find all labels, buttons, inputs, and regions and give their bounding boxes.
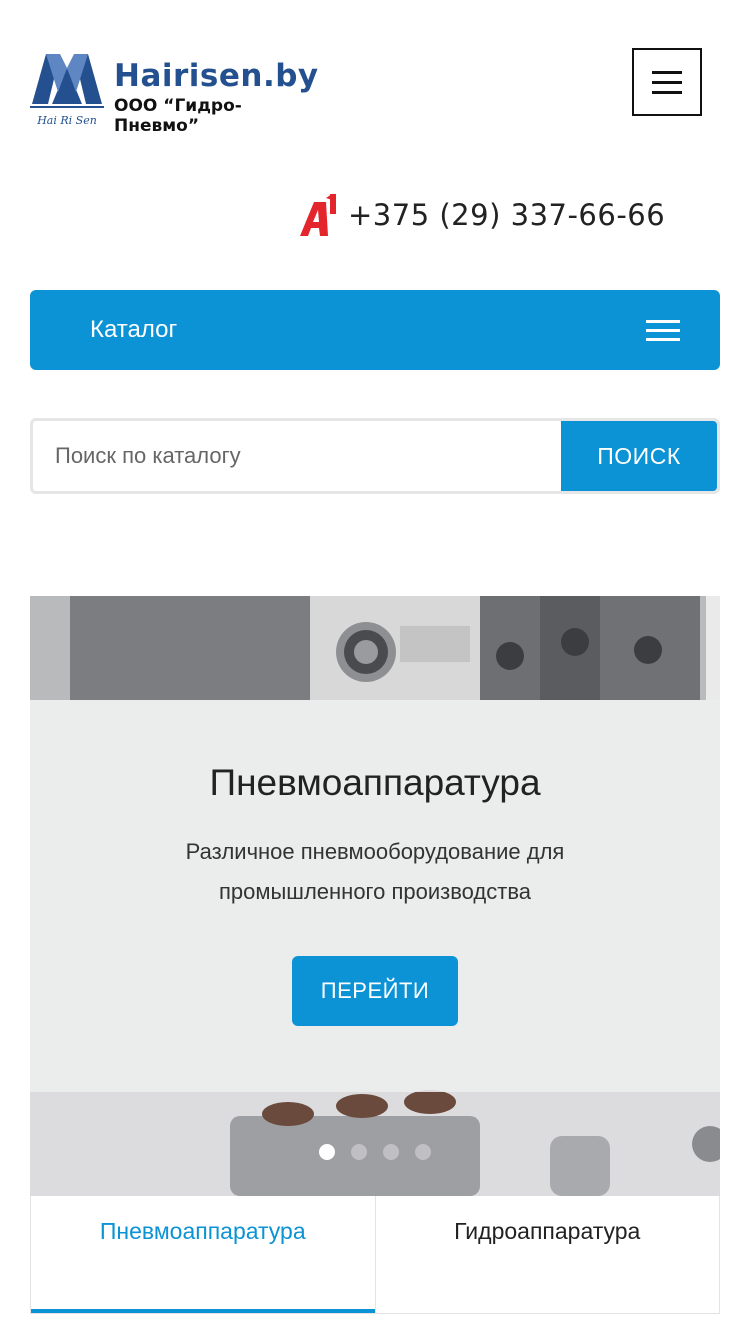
slider-dot[interactable] (383, 1144, 399, 1160)
main-menu-button[interactable] (632, 48, 702, 116)
search-input[interactable] (33, 421, 561, 491)
catalog-search: ПОИСК (30, 418, 720, 494)
slide-title: Пневмоаппаратура (209, 762, 541, 803)
slider-dot[interactable] (351, 1144, 367, 1160)
go-button[interactable]: ПЕРЕЙТИ (292, 956, 458, 1026)
catalog-toggle[interactable]: Каталог (30, 290, 720, 370)
slide-description: Различное пневмооборудование для промышл… (185, 839, 565, 904)
phone-contact[interactable]: +375 (29) 337-66-66 (298, 192, 665, 238)
slider-dot[interactable] (415, 1144, 431, 1160)
tab-hydraulics[interactable]: Гидроаппаратура (374, 1196, 720, 1313)
logo-mark-text: Hai Ri Sen (36, 114, 97, 127)
hamburger-icon-line (652, 70, 682, 74)
phone-number[interactable]: +375 (29) 337-66-66 (348, 198, 665, 232)
logo-title: Hairisen.by (114, 58, 319, 94)
category-tabs: Пневмоаппаратура Гидроаппаратура (30, 1196, 720, 1314)
slider-pagination (319, 1144, 431, 1160)
site-logo[interactable]: Hai Ri Sen Hairisen.by ООО “Гидро-Пневмо… (30, 52, 320, 136)
hamburger-icon (646, 319, 680, 341)
logo-subtitle: ООО “Гидро-Пневмо” (114, 96, 242, 136)
hamburger-icon-line (652, 90, 682, 94)
slide-caption: Пневмоаппаратура Различное пневмооборудо… (30, 700, 720, 1092)
hero-slider[interactable]: Пневмоаппаратура Различное пневмооборудо… (30, 596, 720, 1196)
tab-pneumatics[interactable]: Пневмоаппаратура (31, 1196, 375, 1313)
hamburger-icon-line (652, 80, 682, 84)
search-button[interactable]: ПОИСК (561, 421, 717, 491)
slider-dot[interactable] (319, 1144, 335, 1160)
logo-mark-icon: Hai Ri Sen (30, 52, 104, 128)
a1-operator-icon (298, 192, 342, 238)
catalog-label: Каталог (90, 316, 178, 343)
